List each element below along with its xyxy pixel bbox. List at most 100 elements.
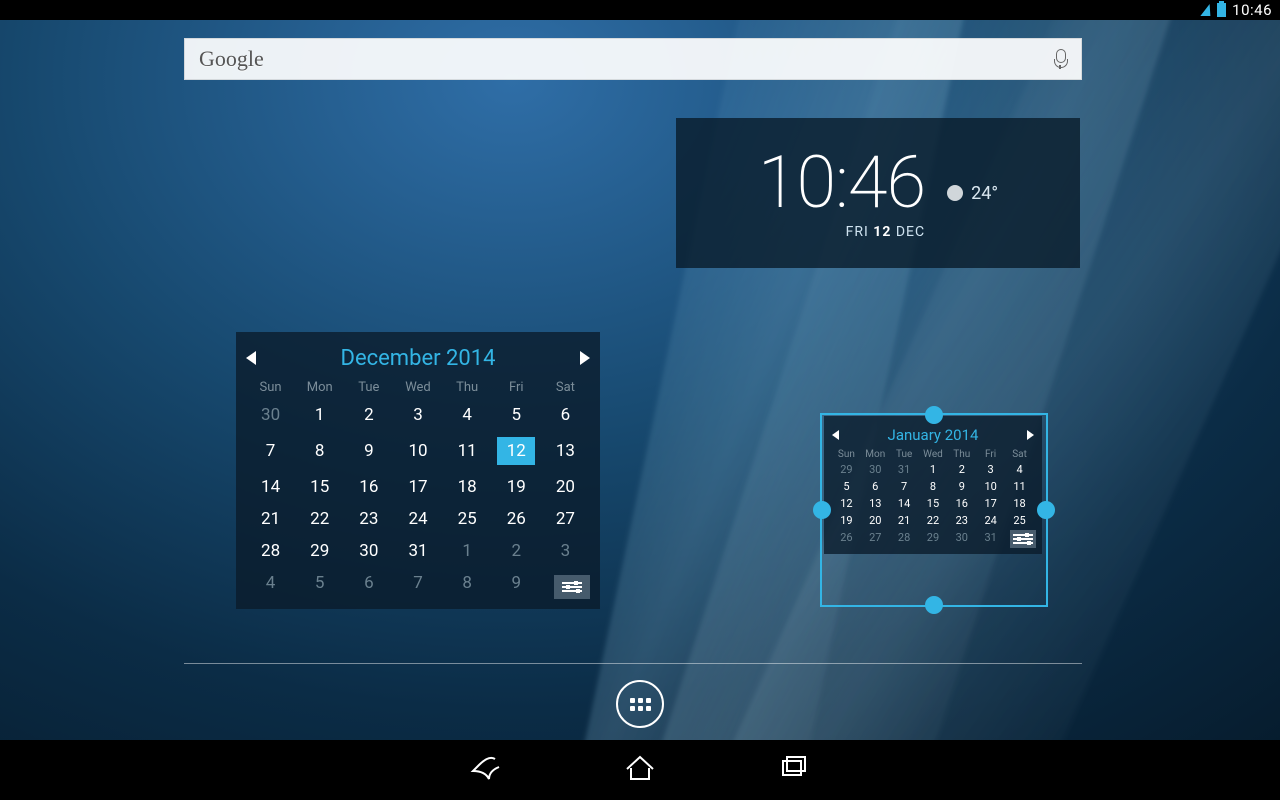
calendar-day[interactable]: 24 xyxy=(976,512,1005,529)
recent-apps-button[interactable] xyxy=(777,751,811,789)
calendar-day[interactable]: 4 xyxy=(1005,461,1034,478)
calendar-settings-button[interactable] xyxy=(1010,530,1036,548)
calendar-day[interactable]: 17 xyxy=(976,495,1005,512)
resize-handle-bottom[interactable] xyxy=(925,596,943,614)
calendar-day[interactable]: 25 xyxy=(443,503,492,535)
calendar-day[interactable]: 14 xyxy=(246,471,295,503)
calendar-day[interactable]: 31 xyxy=(976,529,1005,546)
calendar-day[interactable]: 25 xyxy=(1005,512,1034,529)
calendar-day[interactable]: 21 xyxy=(890,512,919,529)
calendar-day[interactable]: 28 xyxy=(890,529,919,546)
home-button[interactable] xyxy=(623,751,657,789)
calendar-day[interactable]: 4 xyxy=(443,399,492,431)
calendar-day[interactable]: 5 xyxy=(295,567,344,599)
calendar-day[interactable]: 15 xyxy=(295,471,344,503)
calendar-day[interactable]: 18 xyxy=(1005,495,1034,512)
calendar-day[interactable]: 5 xyxy=(492,399,541,431)
clock-widget[interactable]: 10:46 FRI 12 DEC 24° xyxy=(676,118,1080,268)
sliders-icon xyxy=(1013,532,1033,546)
calendar-day[interactable]: 17 xyxy=(393,471,442,503)
calendar-day[interactable]: 22 xyxy=(919,512,948,529)
calendar-day[interactable]: 6 xyxy=(861,478,890,495)
back-button[interactable] xyxy=(469,751,503,789)
calendar-day[interactable]: 23 xyxy=(947,512,976,529)
calendar-day[interactable]: 2 xyxy=(344,399,393,431)
calendar-day[interactable]: 12 xyxy=(832,495,861,512)
calendar-day[interactable]: 4 xyxy=(246,567,295,599)
next-month-button[interactable] xyxy=(580,351,590,365)
calendar-day[interactable]: 13 xyxy=(861,495,890,512)
calendar-widget-january[interactable]: January 2014 SunMonTueWedThuFriSat293031… xyxy=(824,416,1042,554)
google-search-bar[interactable]: Google xyxy=(184,38,1082,80)
calendar-day[interactable]: 11 xyxy=(1005,478,1034,495)
calendar-day[interactable]: 19 xyxy=(832,512,861,529)
calendar-day[interactable]: 20 xyxy=(541,471,590,503)
calendar-day[interactable]: 3 xyxy=(976,461,1005,478)
calendar-day[interactable]: 6 xyxy=(541,399,590,431)
calendar-day[interactable]: 13 xyxy=(541,431,590,471)
calendar-day[interactable]: 24 xyxy=(393,503,442,535)
calendar-day[interactable]: 10 xyxy=(976,478,1005,495)
prev-month-button[interactable] xyxy=(832,430,839,440)
calendar-day[interactable]: 30 xyxy=(861,461,890,478)
calendar-day[interactable]: 29 xyxy=(919,529,948,546)
calendar-day[interactable]: 8 xyxy=(295,431,344,471)
app-drawer-button[interactable] xyxy=(616,680,664,728)
calendar-day[interactable]: 23 xyxy=(344,503,393,535)
calendar-day[interactable]: 6 xyxy=(344,567,393,599)
calendar-day[interactable]: 11 xyxy=(443,431,492,471)
calendar-day[interactable]: 7 xyxy=(393,567,442,599)
calendar-day[interactable]: 1 xyxy=(443,535,492,567)
calendar-day[interactable]: 21 xyxy=(246,503,295,535)
mic-icon[interactable] xyxy=(1053,49,1067,69)
calendar-day[interactable]: 30 xyxy=(947,529,976,546)
calendar-day[interactable]: 15 xyxy=(919,495,948,512)
wifi-icon xyxy=(1201,4,1212,16)
resize-handle-left[interactable] xyxy=(813,501,831,519)
weekday-header: Mon xyxy=(295,376,344,399)
calendar-day[interactable]: 27 xyxy=(861,529,890,546)
calendar-day[interactable]: 22 xyxy=(295,503,344,535)
calendar-day[interactable]: 29 xyxy=(295,535,344,567)
resize-handle-top[interactable] xyxy=(925,406,943,424)
calendar-day[interactable]: 8 xyxy=(443,567,492,599)
calendar-day[interactable]: 10 xyxy=(393,431,442,471)
calendar-day[interactable]: 31 xyxy=(393,535,442,567)
calendar-day[interactable]: 7 xyxy=(246,431,295,471)
calendar-day[interactable]: 29 xyxy=(832,461,861,478)
calendar-day[interactable]: 16 xyxy=(344,471,393,503)
calendar-day[interactable]: 8 xyxy=(919,478,948,495)
calendar-day[interactable]: 9 xyxy=(947,478,976,495)
calendar-day[interactable]: 30 xyxy=(246,399,295,431)
prev-month-button[interactable] xyxy=(246,351,256,365)
calendar-day[interactable]: 31 xyxy=(890,461,919,478)
calendar-day[interactable]: 1 xyxy=(295,399,344,431)
calendar-day[interactable]: 30 xyxy=(344,535,393,567)
calendar-day[interactable]: 9 xyxy=(492,567,541,599)
calendar-day[interactable]: 3 xyxy=(393,399,442,431)
calendar-day[interactable]: 9 xyxy=(344,431,393,471)
calendar-day[interactable]: 3 xyxy=(541,535,590,567)
calendar-day[interactable]: 2 xyxy=(492,535,541,567)
calendar-day[interactable]: 26 xyxy=(492,503,541,535)
calendar-day[interactable]: 14 xyxy=(890,495,919,512)
resize-handle-right[interactable] xyxy=(1037,501,1055,519)
calendar-title[interactable]: December 2014 xyxy=(341,346,496,371)
calendar-day[interactable]: 28 xyxy=(246,535,295,567)
calendar-day[interactable]: 7 xyxy=(890,478,919,495)
calendar-settings-button[interactable] xyxy=(554,575,590,599)
calendar-day[interactable]: 1 xyxy=(919,461,948,478)
calendar-day[interactable]: 26 xyxy=(832,529,861,546)
calendar-day[interactable]: 20 xyxy=(861,512,890,529)
calendar-day[interactable]: 19 xyxy=(492,471,541,503)
calendar-day[interactable]: 16 xyxy=(947,495,976,512)
calendar-day[interactable]: 5 xyxy=(832,478,861,495)
next-month-button[interactable] xyxy=(1027,430,1034,440)
calendar-day[interactable]: 18 xyxy=(443,471,492,503)
calendar-day[interactable]: 2 xyxy=(947,461,976,478)
calendar-day[interactable]: 27 xyxy=(541,503,590,535)
calendar-day[interactable]: 12 xyxy=(492,431,541,471)
calendar-title[interactable]: January 2014 xyxy=(888,426,979,444)
weather[interactable]: 24° xyxy=(947,183,998,204)
calendar-widget-december[interactable]: December 2014 SunMonTueWedThuFriSat30123… xyxy=(236,332,600,609)
